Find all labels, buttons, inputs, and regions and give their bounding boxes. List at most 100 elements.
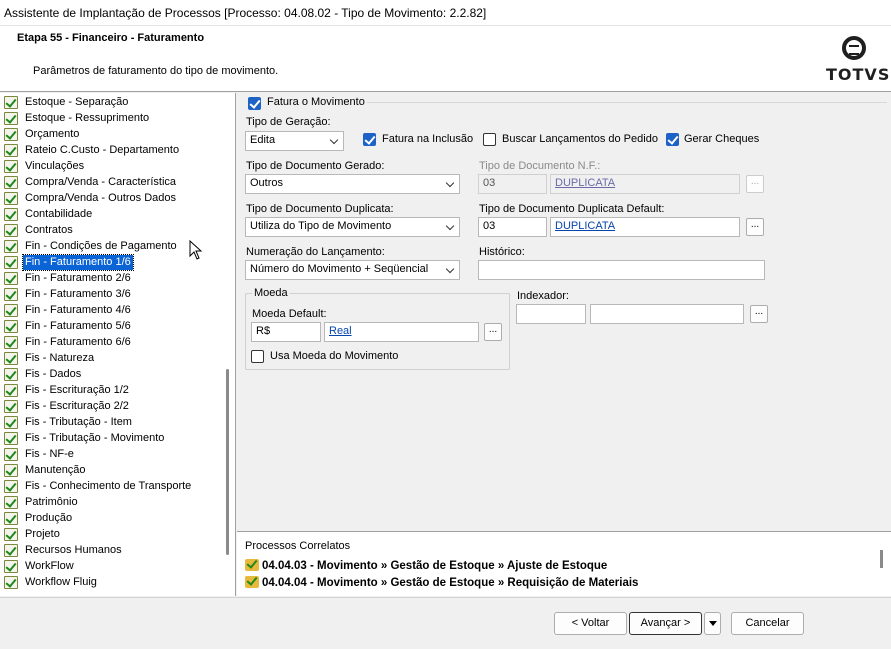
- stage-description: Parâmetros de faturamento do tipo de mov…: [33, 65, 279, 77]
- indexador-code-input[interactable]: [516, 304, 586, 324]
- gerar-cheques-checkbox[interactable]: [666, 133, 679, 146]
- tipo-doc-duplicata-label: Tipo de Documento Duplicata:: [246, 203, 394, 215]
- tree-item-label[interactable]: Fis - NF-e: [23, 447, 76, 462]
- moeda-code-input[interactable]: R$: [251, 322, 321, 342]
- step-check-icon: [4, 432, 18, 445]
- tree-item-label[interactable]: Fin - Condições de Pagamento: [23, 239, 179, 254]
- related-item-label[interactable]: 04.04.03 - Movimento » Gestão de Estoque…: [262, 560, 607, 572]
- tree-item-label[interactable]: Rateio C.Custo - Departamento: [23, 143, 181, 158]
- tree-item-label[interactable]: Fis - Escrituração 1/2: [23, 383, 131, 398]
- fatura-movimento-checkbox[interactable]: [248, 97, 261, 110]
- form-panel: Fatura o Movimento Tipo de Geração: Edit…: [237, 93, 891, 531]
- tree-item-label[interactable]: Estoque - Separação: [23, 95, 130, 110]
- tipo-doc-nf-desc: DUPLICATA: [550, 174, 740, 194]
- tree-item-label[interactable]: Contratos: [23, 223, 75, 238]
- tree-item-label[interactable]: Produção: [23, 511, 74, 526]
- tipo-doc-gerado-select[interactable]: Outros: [245, 174, 460, 194]
- fatura-inclusao-checkbox[interactable]: [363, 133, 376, 146]
- tree-item-label[interactable]: Compra/Venda - Outros Dados: [23, 191, 178, 206]
- tree-item-label[interactable]: Fis - Escrituração 2/2: [23, 399, 131, 414]
- step-check-icon: [4, 528, 18, 541]
- tree-item-label[interactable]: WorkFlow: [23, 559, 76, 574]
- related-item[interactable]: 04.04.04 - Movimento » Gestão de Estoque…: [245, 576, 638, 589]
- tree-item-label[interactable]: Fin - Faturamento 5/6: [23, 319, 133, 334]
- tree-item-label[interactable]: Compra/Venda - Característica: [23, 175, 178, 190]
- tree-item-label[interactable]: Fin - Faturamento 3/6: [23, 287, 133, 302]
- tree-item-label[interactable]: Workflow Fluig: [23, 575, 99, 590]
- tipo-doc-dup-default-code[interactable]: 03: [478, 217, 547, 237]
- buscar-lancamentos-label: Buscar Lançamentos do Pedido: [502, 133, 658, 145]
- tree-item-label[interactable]: Patrimônio: [23, 495, 80, 510]
- totvs-logo-icon: [842, 36, 866, 60]
- tipo-doc-duplicata-select[interactable]: Utiliza do Tipo de Movimento: [245, 217, 460, 237]
- step-check-icon: [4, 448, 18, 461]
- next-button[interactable]: Avançar >: [629, 612, 702, 635]
- related-item-label[interactable]: 04.04.04 - Movimento » Gestão de Estoque…: [262, 577, 638, 589]
- tree-item-label[interactable]: Fin - Faturamento 1/6: [22, 254, 134, 271]
- tree-item-label[interactable]: Estoque - Ressuprimento: [23, 111, 151, 126]
- moeda-desc-field[interactable]: Real: [324, 322, 479, 342]
- tipo-doc-dup-default-link[interactable]: DUPLICATA: [555, 220, 615, 232]
- tipo-geracao-select[interactable]: Edita: [245, 131, 344, 151]
- tree-item-label[interactable]: Projeto: [23, 527, 62, 542]
- step-check-icon: [4, 496, 18, 509]
- totvs-logo: TOTVS: [826, 36, 889, 84]
- tree-item-label[interactable]: Contabilidade: [23, 207, 94, 222]
- tipo-doc-dup-default-desc[interactable]: DUPLICATA: [550, 217, 740, 237]
- step-check-icon: [4, 224, 18, 237]
- step-check-icon: [4, 416, 18, 429]
- steps-tree[interactable]: Estoque - Separação Estoque - Ressuprimen…: [0, 93, 236, 596]
- step-check-icon: [4, 160, 18, 173]
- cancel-button[interactable]: Cancelar: [731, 612, 804, 635]
- indexador-desc-input[interactable]: [590, 304, 744, 324]
- moeda-link[interactable]: Real: [329, 325, 352, 337]
- tipo-doc-gerado-label: Tipo de Documento Gerado:: [246, 160, 385, 172]
- indexador-label: Indexador:: [517, 290, 569, 302]
- tipo-doc-nf-code: 03: [478, 174, 547, 194]
- tree-item-label[interactable]: Fin - Faturamento 2/6: [23, 271, 133, 286]
- tree-item-label[interactable]: Fin - Faturamento 4/6: [23, 303, 133, 318]
- moeda-browse-button[interactable]: ...: [484, 323, 502, 341]
- tree-item-label[interactable]: Manutenção: [23, 463, 88, 478]
- step-check-icon: [4, 480, 18, 493]
- wizard-header: Etapa 55 - Financeiro - Faturamento Parâ…: [0, 26, 891, 92]
- tree-item-label[interactable]: Fis - Natureza: [23, 351, 96, 366]
- next-dropdown-button[interactable]: [704, 612, 721, 635]
- step-check-icon: [4, 128, 18, 141]
- step-check-icon: [4, 576, 18, 589]
- tree-item-label[interactable]: Fis - Dados: [23, 367, 83, 382]
- tree-item-label[interactable]: Vinculações: [23, 159, 86, 174]
- gerar-cheques-label: Gerar Cheques: [684, 133, 760, 145]
- tipo-doc-nf-browse-button: ...: [746, 175, 764, 193]
- step-check-icon: [4, 368, 18, 381]
- tree-item-label[interactable]: Fis - Tributação - Item: [23, 415, 134, 430]
- tipo-doc-dup-default-browse-button[interactable]: ...: [746, 218, 764, 236]
- step-check-icon: [4, 336, 18, 349]
- numeracao-label: Numeração do Lançamento:: [246, 246, 385, 258]
- tree-item-label[interactable]: Fis - Conhecimento de Transporte: [23, 479, 193, 494]
- back-button[interactable]: < Voltar: [554, 612, 627, 635]
- tree-item-label[interactable]: Orçamento: [23, 127, 81, 142]
- step-check-icon: [4, 176, 18, 189]
- tree-item-label[interactable]: Recursos Humanos: [23, 543, 124, 558]
- step-check-icon: [4, 320, 18, 333]
- tree-item-label[interactable]: Fin - Faturamento 6/6: [23, 335, 133, 350]
- step-check-icon: [4, 400, 18, 413]
- tree-scrollbar[interactable]: [226, 369, 229, 555]
- step-check-icon: [4, 352, 18, 365]
- window-title: Assistente de Implantação de Processos […: [0, 0, 891, 26]
- tree-item-label[interactable]: Fis - Tributação - Movimento: [23, 431, 166, 446]
- tipo-doc-nf-link: DUPLICATA: [555, 177, 616, 189]
- related-item[interactable]: 04.04.03 - Movimento » Gestão de Estoque…: [245, 559, 607, 572]
- tipo-doc-dup-default-label: Tipo de Documento Duplicata Default:: [479, 203, 665, 215]
- step-check-icon: [4, 384, 18, 397]
- fatura-movimento-label: Fatura o Movimento: [267, 96, 365, 108]
- usa-moeda-checkbox[interactable]: [251, 350, 264, 363]
- indexador-browse-button[interactable]: ...: [750, 305, 768, 323]
- numeracao-select[interactable]: Número do Movimento + Seqüencial: [245, 260, 460, 280]
- related-scrollbar[interactable]: [880, 550, 883, 568]
- buscar-lancamentos-checkbox[interactable]: [483, 133, 496, 146]
- historico-input[interactable]: [478, 260, 765, 280]
- process-check-icon: [245, 559, 259, 571]
- group-divider: [367, 102, 887, 103]
